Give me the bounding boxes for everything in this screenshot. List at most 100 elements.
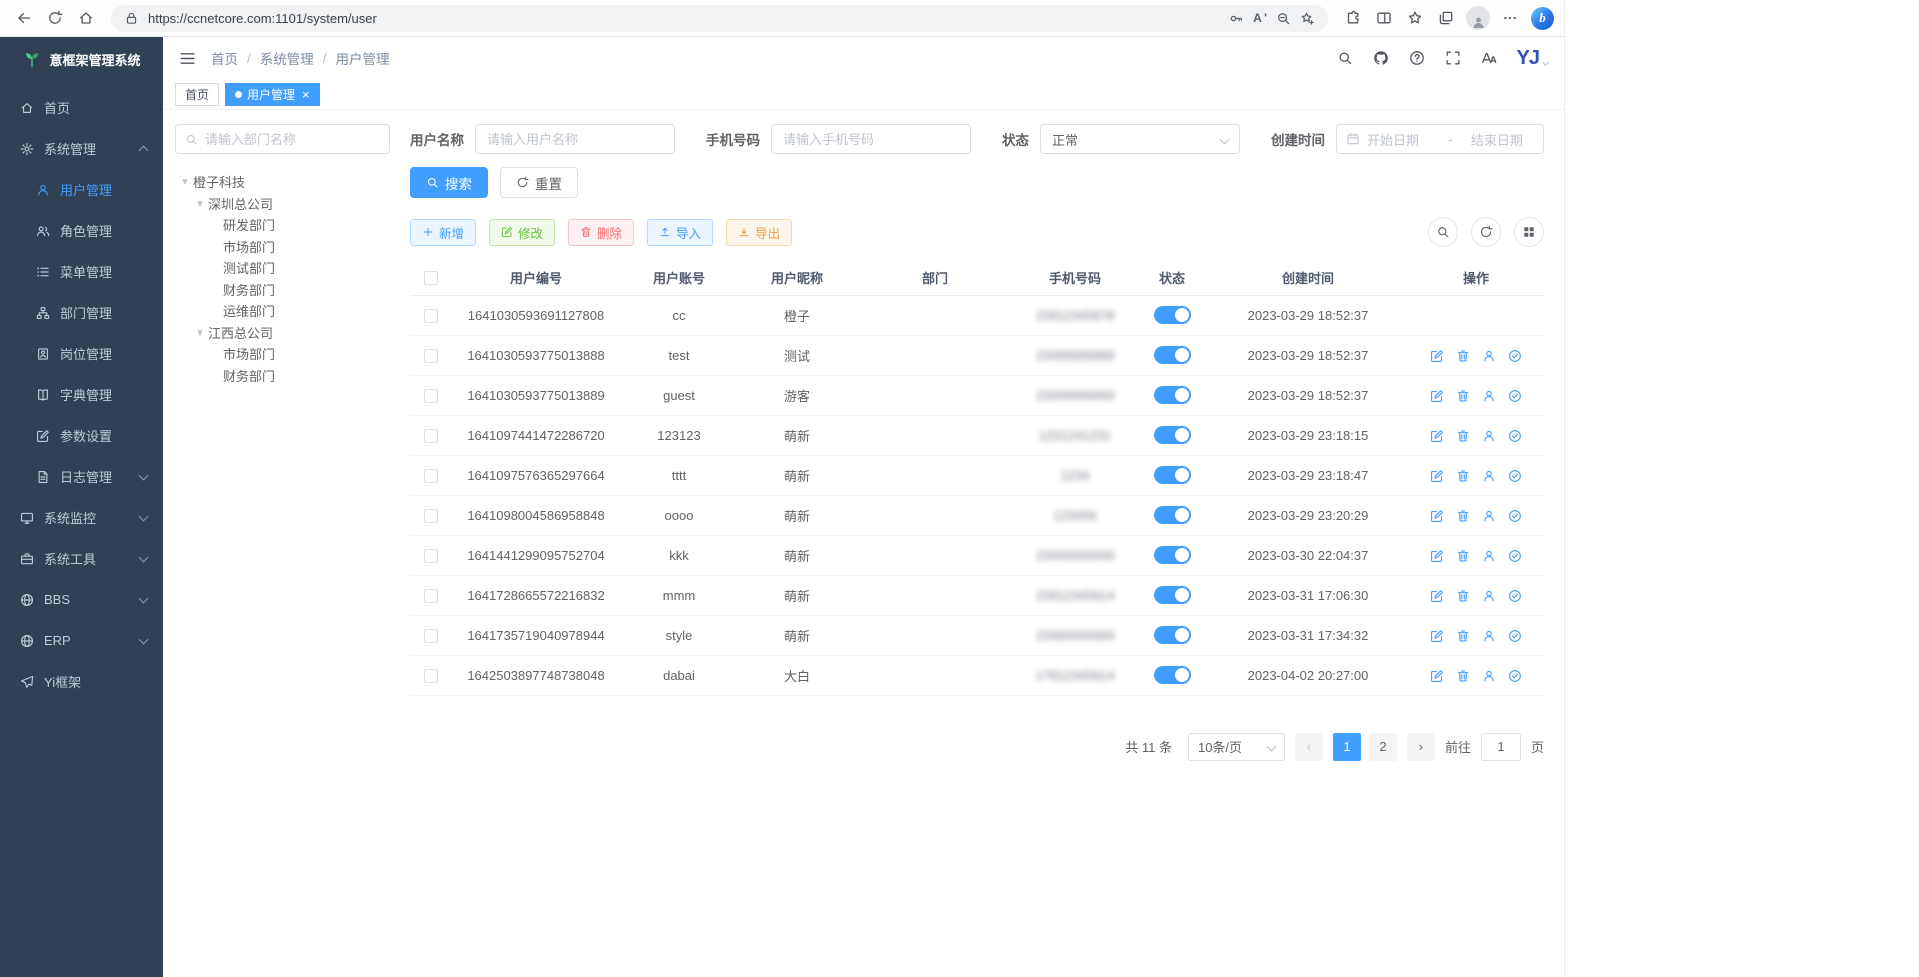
assign-role-icon[interactable]: [1508, 509, 1522, 523]
status-toggle[interactable]: [1154, 546, 1191, 564]
split-screen-icon[interactable]: [1370, 4, 1398, 32]
tab-user-management[interactable]: 用户管理×: [225, 83, 320, 106]
refresh-table-button[interactable]: [1471, 217, 1501, 247]
tree-node[interactable]: ▾江西总公司: [175, 322, 390, 344]
row-checkbox[interactable]: [424, 629, 438, 643]
phone-input[interactable]: [771, 124, 971, 154]
browser-profile-avatar[interactable]: [1466, 6, 1490, 30]
import-button[interactable]: 导入: [647, 219, 713, 246]
export-button[interactable]: 导出: [726, 219, 792, 246]
assign-role-icon[interactable]: [1508, 549, 1522, 563]
page-size-select[interactable]: 10条/页: [1188, 733, 1285, 761]
edit-row-icon[interactable]: [1430, 589, 1444, 603]
caret-down-icon[interactable]: ▾: [192, 326, 208, 339]
status-toggle[interactable]: [1154, 466, 1191, 484]
reset-password-icon[interactable]: [1482, 389, 1496, 403]
caret-down-icon[interactable]: ▾: [177, 175, 193, 188]
row-checkbox[interactable]: [424, 349, 438, 363]
status-select[interactable]: 正常: [1040, 124, 1240, 154]
fullscreen-icon[interactable]: [1445, 50, 1461, 66]
modify-button[interactable]: 修改: [489, 219, 555, 246]
tree-node[interactable]: 市场部门: [175, 343, 390, 365]
assign-role-icon[interactable]: [1508, 669, 1522, 683]
row-checkbox[interactable]: [424, 509, 438, 523]
app-logo[interactable]: 意框架管理系统: [0, 37, 163, 81]
add-button[interactable]: 新增: [410, 219, 476, 246]
breadcrumb-item[interactable]: 系统管理: [260, 48, 314, 68]
edit-row-icon[interactable]: [1430, 669, 1444, 683]
row-checkbox[interactable]: [424, 549, 438, 563]
select-all-checkbox[interactable]: [424, 271, 438, 285]
delete-row-icon[interactable]: [1456, 629, 1470, 643]
assign-role-icon[interactable]: [1508, 349, 1522, 363]
reset-password-icon[interactable]: [1482, 669, 1496, 683]
edit-row-icon[interactable]: [1430, 349, 1444, 363]
delete-row-icon[interactable]: [1456, 469, 1470, 483]
url-text[interactable]: https://ccnetcore.com:1101/system/user: [148, 11, 1220, 26]
delete-row-icon[interactable]: [1456, 429, 1470, 443]
row-checkbox[interactable]: [424, 429, 438, 443]
sidebar-item-system-monitor[interactable]: 系统监控: [0, 497, 163, 538]
delete-row-icon[interactable]: [1456, 349, 1470, 363]
status-toggle[interactable]: [1154, 426, 1191, 444]
copilot-icon[interactable]: b: [1531, 7, 1554, 30]
address-bar[interactable]: https://ccnetcore.com:1101/system/user A…: [111, 5, 1328, 32]
assign-role-icon[interactable]: [1508, 469, 1522, 483]
edit-row-icon[interactable]: [1430, 469, 1444, 483]
goto-page-input[interactable]: [1481, 733, 1521, 761]
user-profile-logo[interactable]: YJ: [1517, 47, 1548, 70]
reset-password-icon[interactable]: [1482, 349, 1496, 363]
status-toggle[interactable]: [1154, 386, 1191, 404]
prev-page-button[interactable]: ‹: [1295, 733, 1323, 761]
delete-row-icon[interactable]: [1456, 669, 1470, 683]
sidebar-item-erp[interactable]: ERP: [0, 620, 163, 661]
dept-search-input[interactable]: [205, 132, 380, 147]
breadcrumb-item[interactable]: 首页: [211, 48, 238, 68]
status-toggle[interactable]: [1154, 626, 1191, 644]
sidebar-item-post-management[interactable]: 岗位管理: [0, 333, 163, 374]
browser-refresh-icon[interactable]: [41, 4, 69, 32]
row-checkbox[interactable]: [424, 309, 438, 323]
tree-node[interactable]: 财务部门: [175, 365, 390, 387]
column-settings-button[interactable]: [1514, 217, 1544, 247]
reset-password-icon[interactable]: [1482, 629, 1496, 643]
status-toggle[interactable]: [1154, 346, 1191, 364]
collections-icon[interactable]: [1432, 4, 1460, 32]
reset-password-icon[interactable]: [1482, 509, 1496, 523]
sidebar-item-yi-framework[interactable]: Yi框架: [0, 661, 163, 702]
sidebar-item-menu-management[interactable]: 菜单管理: [0, 251, 163, 292]
browser-menu-icon[interactable]: [1496, 4, 1524, 32]
tree-node[interactable]: 市场部门: [175, 236, 390, 258]
reset-password-icon[interactable]: [1482, 589, 1496, 603]
zoom-out-icon[interactable]: [1276, 11, 1291, 26]
next-page-button[interactable]: ›: [1407, 733, 1435, 761]
sidebar-item-bbs[interactable]: BBS: [0, 579, 163, 620]
reset-password-icon[interactable]: [1482, 469, 1496, 483]
sidebar-item-user-management[interactable]: 用户管理: [0, 169, 163, 210]
delete-button[interactable]: 删除: [568, 219, 634, 246]
sidebar-item-role-management[interactable]: 角色管理: [0, 210, 163, 251]
font-size-icon[interactable]: [1481, 50, 1497, 66]
tab-home[interactable]: 首页: [175, 83, 219, 106]
status-toggle[interactable]: [1154, 586, 1191, 604]
sidebar-item-system-management[interactable]: 系统管理: [0, 128, 163, 169]
browser-back-icon[interactable]: [10, 4, 38, 32]
edit-row-icon[interactable]: [1430, 509, 1444, 523]
sidebar-item-log-management[interactable]: 日志管理: [0, 456, 163, 497]
extensions-icon[interactable]: [1339, 4, 1367, 32]
date-range-picker[interactable]: 开始日期 - 结束日期: [1336, 124, 1544, 154]
tree-node[interactable]: 研发部门: [175, 214, 390, 236]
delete-row-icon[interactable]: [1456, 589, 1470, 603]
edit-row-icon[interactable]: [1430, 629, 1444, 643]
sidebar-item-home[interactable]: 首页: [0, 87, 163, 128]
read-aloud-icon[interactable]: A ʹ: [1253, 11, 1267, 25]
sidebar-collapse-icon[interactable]: [179, 50, 196, 67]
username-input[interactable]: [475, 124, 675, 154]
edit-row-icon[interactable]: [1430, 389, 1444, 403]
row-checkbox[interactable]: [424, 389, 438, 403]
delete-row-icon[interactable]: [1456, 549, 1470, 563]
tree-node[interactable]: ▾橙子科技: [175, 171, 390, 193]
status-toggle[interactable]: [1154, 666, 1191, 684]
delete-row-icon[interactable]: [1456, 389, 1470, 403]
assign-role-icon[interactable]: [1508, 589, 1522, 603]
